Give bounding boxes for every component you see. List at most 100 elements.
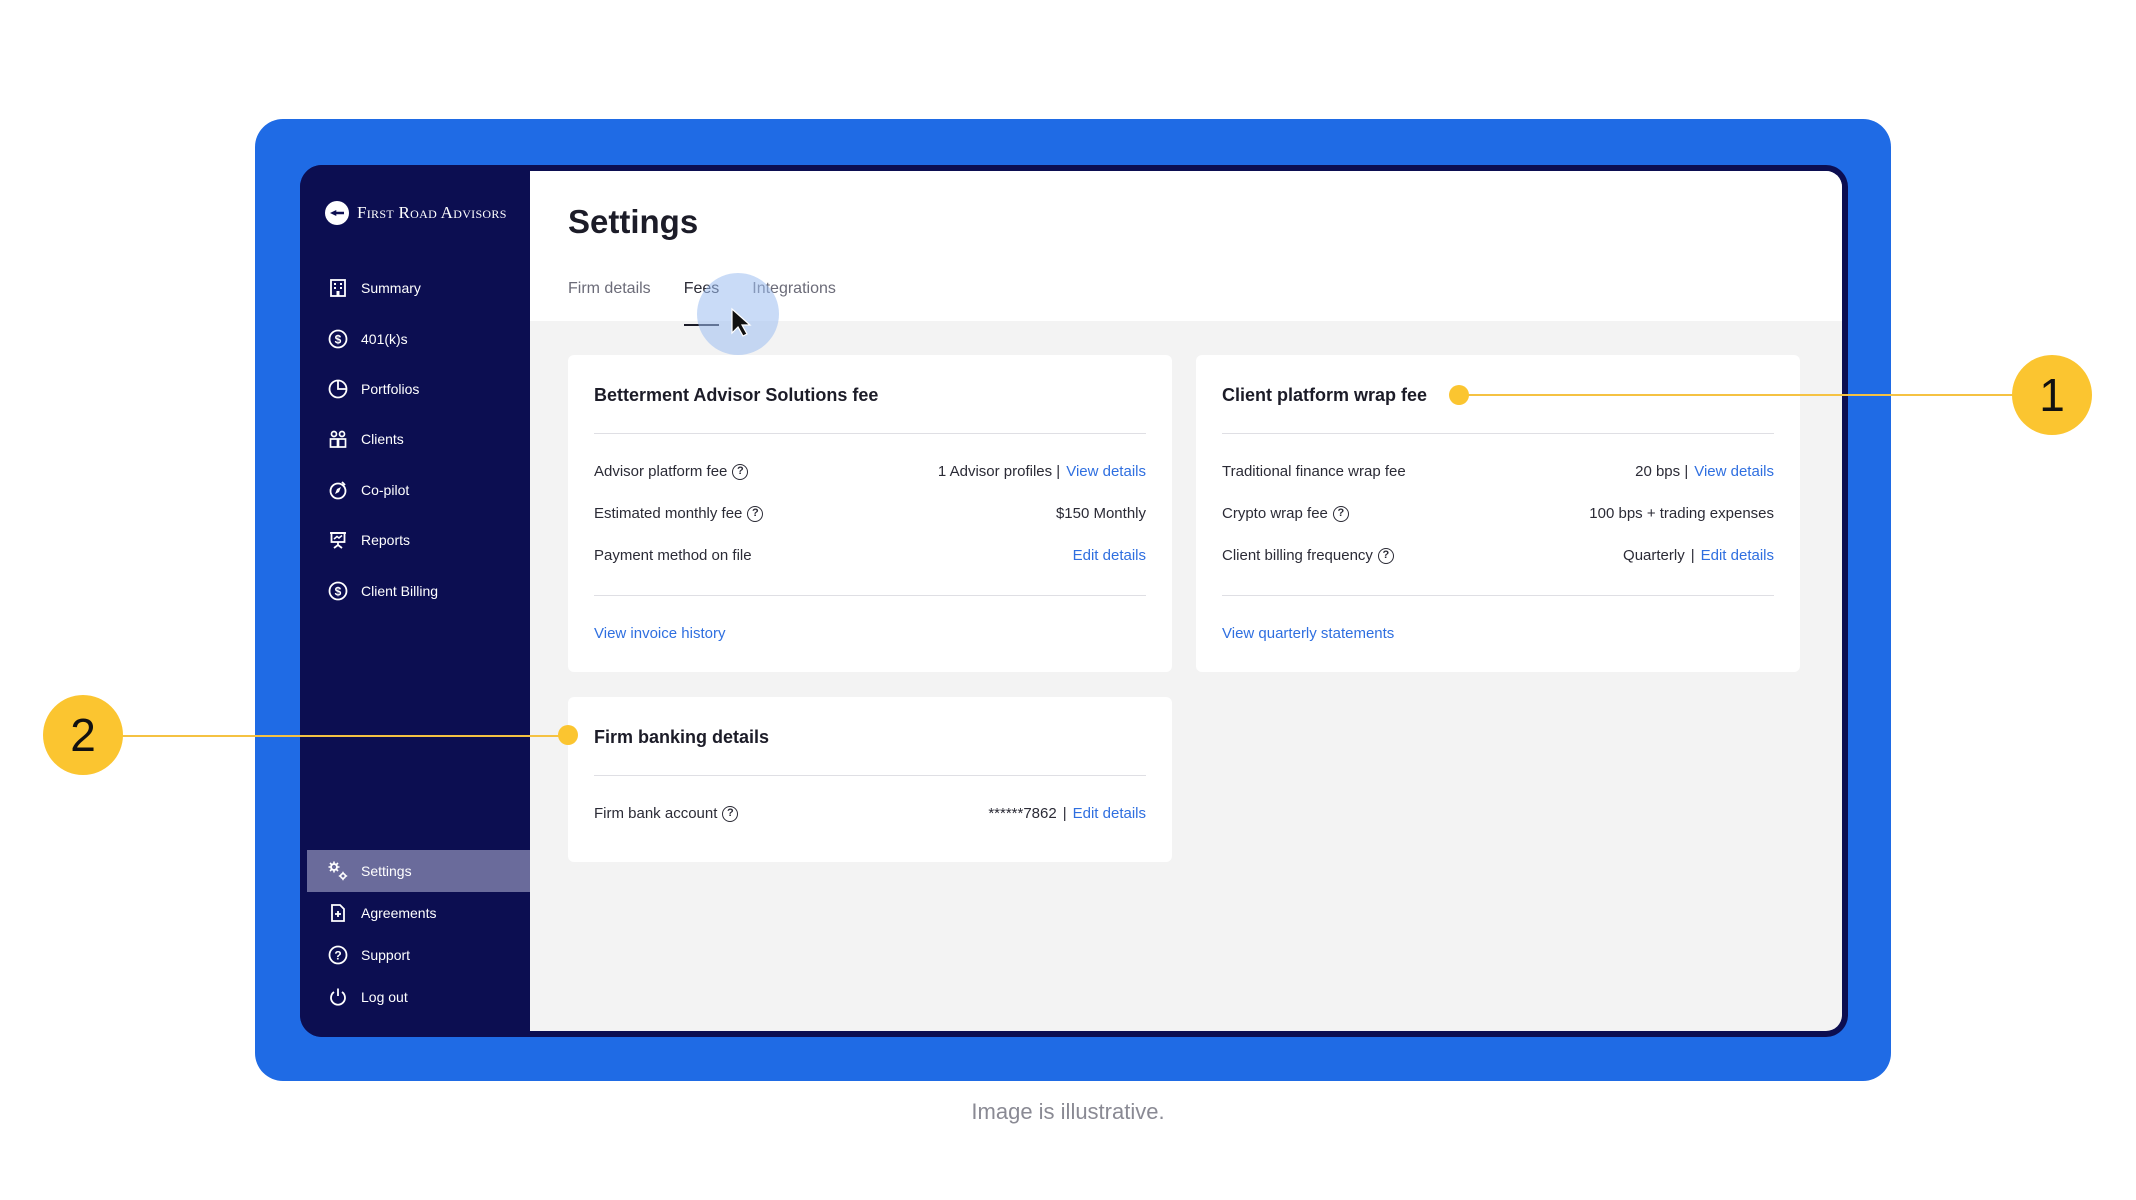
sidebar-nav: Summary $ 401(k)s Portfolios Clients Co-… [300,263,530,616]
sidebar-item-401ks[interactable]: $ 401(k)s [300,313,530,363]
people-icon [327,428,349,450]
power-icon [327,986,349,1008]
row-value: 100 bps + trading expenses [1589,505,1774,522]
sidebar-item-label: Client Billing [361,582,439,599]
edit-details-link[interactable]: Edit details [1073,805,1146,822]
divider [1222,595,1774,596]
help-icon[interactable]: ? [732,463,749,480]
callout-2-badge: 2 [43,695,123,775]
callout-2-dot [558,725,578,745]
card-title: Betterment Advisor Solutions fee [594,385,879,405]
sidebar-item-label: Reports [361,532,411,549]
view-details-link[interactable]: View details [1694,463,1774,480]
sidebar-item-label: Support [361,947,411,963]
row-label: Payment method on file [594,547,752,564]
sidebar-item-agreements[interactable]: Agreements [300,892,530,934]
callout-2-line [120,735,570,737]
svg-text:$: $ [335,332,342,346]
row-label-wrap: Client billing frequency ? [1222,547,1394,564]
row-label: Firm bank account [594,805,718,822]
view-quarterly-statements-link[interactable]: View quarterly statements [1222,625,1394,642]
card-title: Client platform wrap fee [1222,385,1428,405]
divider [1222,433,1774,434]
callout-1-line [1460,394,2020,396]
help-icon[interactable]: ? [1377,547,1394,564]
payment-method-row: Payment method on file Edit details [594,547,1146,564]
dollar-circle-icon: $ [327,328,349,350]
view-invoice-history-link[interactable]: View invoice history [594,625,725,642]
advisor-fee-card: Betterment Advisor Solutions fee Advisor… [568,355,1172,672]
edit-details-link[interactable]: Edit details [1073,547,1146,564]
row-label-wrap: Estimated monthly fee ? [594,505,764,522]
row-label: Crypto wrap fee [1222,505,1328,522]
sidebar-item-portfolios[interactable]: Portfolios [300,364,530,414]
callout-1-badge: 1 [2012,355,2092,435]
sidebar-item-label: Log out [361,989,408,1005]
row-value-wrap: Quarterly | Edit details [1623,547,1774,564]
brand-logo[interactable]: First Road Advisors [325,201,507,225]
row-value: $150 Monthly [1055,505,1146,522]
billing-frequency-row: Client billing frequency ? Quarterly | E… [1222,547,1774,564]
question-circle-icon: ? [327,944,349,966]
building-icon [327,277,349,299]
sidebar-item-clients[interactable]: Clients [300,414,530,464]
separator: | [1062,805,1067,822]
image-caption: Image is illustrative. [971,1099,1165,1124]
tab-firm-details[interactable]: Firm details [568,280,651,298]
page-header: Settings Firm details Fees Integrations [530,171,1842,355]
row-label-wrap: Advisor platform fee ? [594,463,749,480]
dollar-circle-icon: $ [327,580,349,602]
help-icon[interactable]: ? [1332,505,1349,522]
row-value-wrap: ******7862 | Edit details [988,805,1146,822]
sidebar-item-reports[interactable]: Reports [300,515,530,565]
sidebar-item-label: Summary [361,280,421,297]
sidebar-bottom-nav: Settings Agreements ? Support Log out [300,850,530,1018]
sidebar-item-client-billing[interactable]: $ Client Billing [300,565,530,615]
svg-text:$: $ [335,584,342,598]
divider [594,775,1146,776]
sidebar-item-support[interactable]: ? Support [300,934,530,976]
main-content: Settings Firm details Fees Integrations … [530,171,1842,1031]
sidebar-item-settings[interactable]: Settings [307,850,530,892]
separator: | [1690,547,1695,564]
row-value-wrap: 1 Advisor profiles | View details [938,463,1146,480]
banking-card: Firm banking details Firm bank account ?… [568,697,1172,862]
help-icon[interactable]: ? [722,805,739,822]
sidebar-item-label: Agreements [361,905,437,921]
sidebar-item-summary[interactable]: Summary [300,263,530,313]
divider [594,595,1146,596]
view-details-link[interactable]: View details [1066,463,1146,480]
firm-bank-account-row: Firm bank account ? ******7862 | Edit de… [594,805,1146,822]
row-label: Estimated monthly fee [594,505,743,522]
wrap-fee-card: Client platform wrap fee Traditional fin… [1196,355,1800,672]
traditional-wrap-fee-row: Traditional finance wrap fee 20 bps | Vi… [1222,463,1774,480]
sidebar-item-label: 401(k)s [361,330,408,347]
row-label: Traditional finance wrap fee [1222,463,1406,480]
edit-details-link[interactable]: Edit details [1701,547,1774,564]
pie-chart-icon [327,378,349,400]
help-icon[interactable]: ? [747,505,764,522]
sidebar-item-label: Portfolios [361,380,420,397]
sidebar-item-co-pilot[interactable]: Co-pilot [300,465,530,515]
sidebar-item-log-out[interactable]: Log out [300,976,530,1018]
estimated-monthly-fee-row: Estimated monthly fee ? $150 Monthly [594,505,1146,522]
page-title: Settings [568,203,699,240]
gears-icon [327,860,349,882]
illustration-stage: First Road Advisors Summary $ 401(k)s Po… [0,0,2136,1200]
row-label-wrap: Crypto wrap fee ? [1222,505,1349,522]
row-value: ******7862 [988,805,1057,822]
brand-name: First Road Advisors [357,203,507,222]
sidebar-item-label: Co-pilot [361,481,410,498]
row-value: 20 bps | [1635,463,1689,480]
row-label-wrap: Firm bank account ? [594,805,739,822]
advisor-platform-fee-row: Advisor platform fee ? 1 Advisor profile… [594,463,1146,480]
row-label: Advisor platform fee [594,463,728,480]
sidebar-item-label: Clients [361,431,404,448]
crypto-wrap-fee-row: Crypto wrap fee ? 100 bps + trading expe… [1222,505,1774,522]
row-label: Client billing frequency [1222,547,1373,564]
document-icon [327,902,349,924]
svg-text:?: ? [334,949,341,963]
presentation-icon [327,529,349,551]
sidebar: First Road Advisors Summary $ 401(k)s Po… [300,165,530,1037]
logo-arrow-icon [325,201,349,225]
